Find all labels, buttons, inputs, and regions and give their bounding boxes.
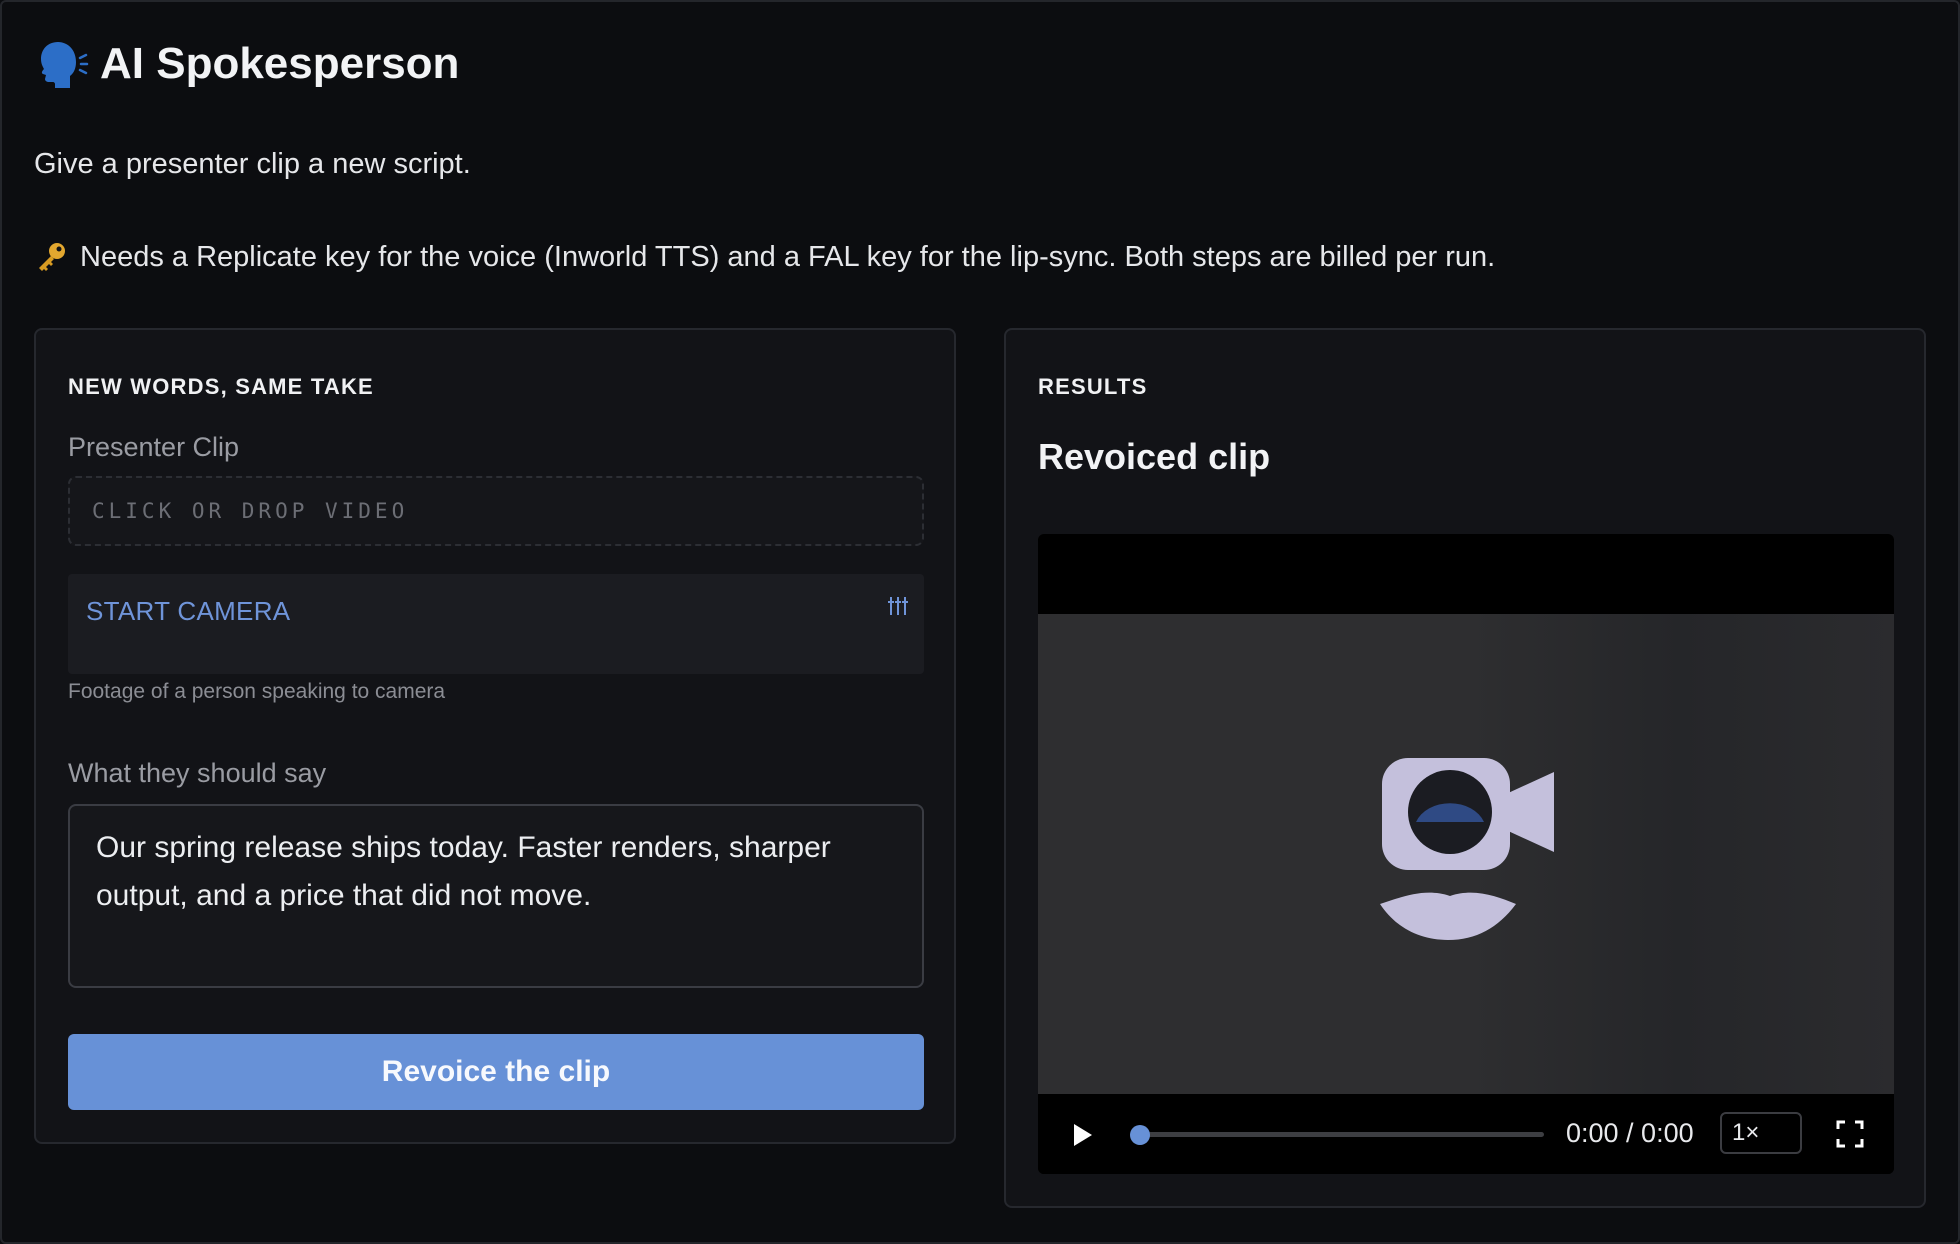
api-key-note-text: Needs a Replicate key for the voice (Inw… (80, 240, 1496, 273)
page-subtitle: Give a presenter clip a new script. (34, 148, 471, 180)
player-controls: 0:00 / 0:00 1× (1038, 1094, 1894, 1174)
playback-speed-value: 1× (1732, 1119, 1760, 1146)
settings-sliders-icon[interactable] (886, 594, 910, 618)
revoice-button[interactable]: Revoice the clip (68, 1034, 924, 1110)
seek-handle[interactable] (1130, 1125, 1150, 1145)
video-camera-lips-icon (1380, 758, 1554, 940)
presenter-clip-hint: Footage of a person speaking to camera (68, 680, 446, 703)
results-title: Revoiced clip (1038, 436, 1271, 477)
script-textarea[interactable]: Our spring release ships today. Faster r… (68, 804, 924, 988)
api-key-note: Needs a Replicate key for the voice (Inw… (34, 240, 1495, 274)
input-section-label: NEW WORDS, SAME TAKE (68, 374, 374, 399)
results-section-label: RESULTS (1038, 374, 1148, 399)
play-icon[interactable] (1072, 1122, 1094, 1148)
input-panel: NEW WORDS, SAME TAKE Presenter Clip CLIC… (34, 328, 956, 1144)
video-dropzone-text: CLICK OR DROP VIDEO (92, 499, 409, 523)
script-label: What they should say (68, 758, 327, 788)
seek-bar[interactable] (1140, 1132, 1544, 1137)
results-panel: RESULTS Revoiced clip 0:00 / 0:00 1× (1004, 328, 1926, 1208)
playback-speed-select[interactable]: 1× (1720, 1112, 1802, 1154)
playback-time: 0:00 / 0:00 (1566, 1118, 1694, 1148)
presenter-clip-label: Presenter Clip (68, 432, 240, 462)
page-title: AI Spokesperson (34, 36, 459, 92)
page-title-text: AI Spokesperson (100, 39, 460, 88)
video-dropzone[interactable]: CLICK OR DROP VIDEO (68, 476, 924, 546)
speaking-head-icon (41, 42, 89, 88)
key-icon (39, 243, 65, 271)
fullscreen-icon[interactable] (1836, 1120, 1864, 1148)
video-screen (1038, 614, 1894, 1094)
start-camera-button[interactable]: START CAMERA (86, 596, 290, 627)
video-player[interactable]: 0:00 / 0:00 1× (1038, 534, 1894, 1174)
camera-box: START CAMERA (68, 574, 924, 674)
